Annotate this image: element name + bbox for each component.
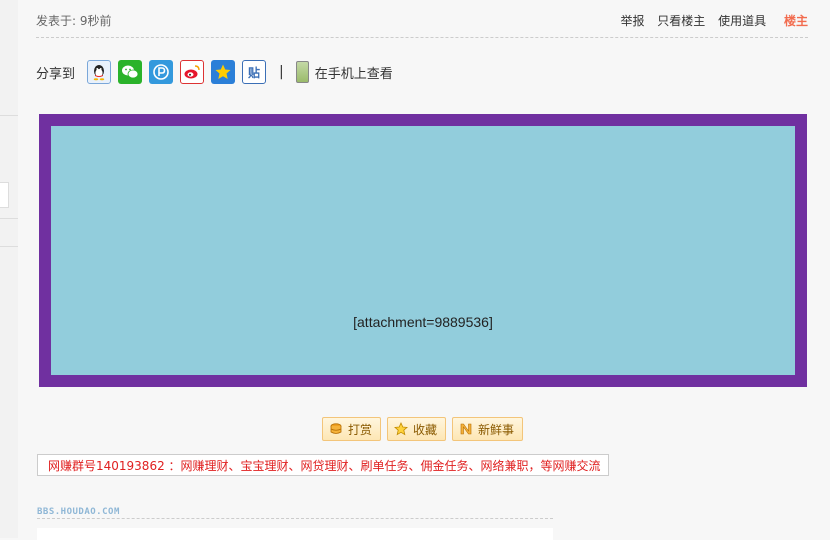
- only-owner-link[interactable]: 只看楼主: [657, 14, 705, 28]
- news-label: 新鲜事: [478, 422, 515, 437]
- qq-icon[interactable]: [87, 60, 112, 84]
- attachment-placeholder: [attachment=9889536]: [51, 126, 795, 375]
- signature-divider: [37, 518, 553, 519]
- header-divider: [36, 37, 808, 38]
- qzone-icon[interactable]: [211, 60, 236, 84]
- attachment-frame: [attachment=9889536]: [39, 114, 807, 387]
- rail-divider: [0, 246, 18, 247]
- star-icon: [394, 422, 408, 436]
- left-sidebar-edge: [0, 0, 19, 538]
- rail-divider: [0, 115, 18, 116]
- promo-link-box[interactable]: 网赚群号140193862 ：网赚理财、宝宝理财、网贷理财、刷单任务、佣金任务、…: [37, 454, 609, 476]
- use-tool-link[interactable]: 使用道具: [718, 14, 766, 28]
- post-actions: 打赏 收藏 新鲜事: [322, 417, 529, 441]
- post-time: 发表于: 9秒前: [36, 14, 112, 28]
- signature-logo: BBS.HOUDAO.COM: [37, 507, 120, 517]
- reward-button[interactable]: 打赏: [322, 417, 382, 441]
- wechat-icon[interactable]: [118, 60, 143, 84]
- view-on-mobile-link[interactable]: 在手机上查看: [315, 63, 393, 82]
- attachment-code: [attachment=9889536]: [353, 314, 493, 330]
- post-content: 发表于: 9秒前 举报 只看楼主 使用道具 楼主 分享到 贴 | 在手机上查看 …: [18, 0, 830, 540]
- pengyou-icon[interactable]: [149, 60, 174, 84]
- owner-badge: 楼主: [783, 14, 808, 28]
- coin-icon: [329, 422, 343, 436]
- reward-label: 打赏: [348, 422, 373, 437]
- favorite-label: 收藏: [413, 422, 438, 437]
- share-bar: 分享到 贴 | 在手机上查看: [36, 58, 393, 86]
- report-link[interactable]: 举报: [620, 14, 644, 28]
- share-label: 分享到: [36, 66, 76, 82]
- favorite-button[interactable]: 收藏: [387, 417, 447, 441]
- next-section-box: [37, 528, 553, 540]
- news-button[interactable]: 新鲜事: [452, 417, 524, 441]
- rail-divider: [0, 218, 18, 219]
- tieba-icon[interactable]: 贴: [242, 60, 267, 84]
- post-top-links: 举报 只看楼主 使用道具 楼主: [611, 12, 808, 29]
- mobile-phone-icon: [295, 61, 309, 83]
- weibo-icon[interactable]: [180, 60, 205, 84]
- rail-collapsed-input[interactable]: [0, 182, 9, 208]
- share-separator: |: [279, 64, 284, 80]
- news-n-icon: [459, 422, 473, 436]
